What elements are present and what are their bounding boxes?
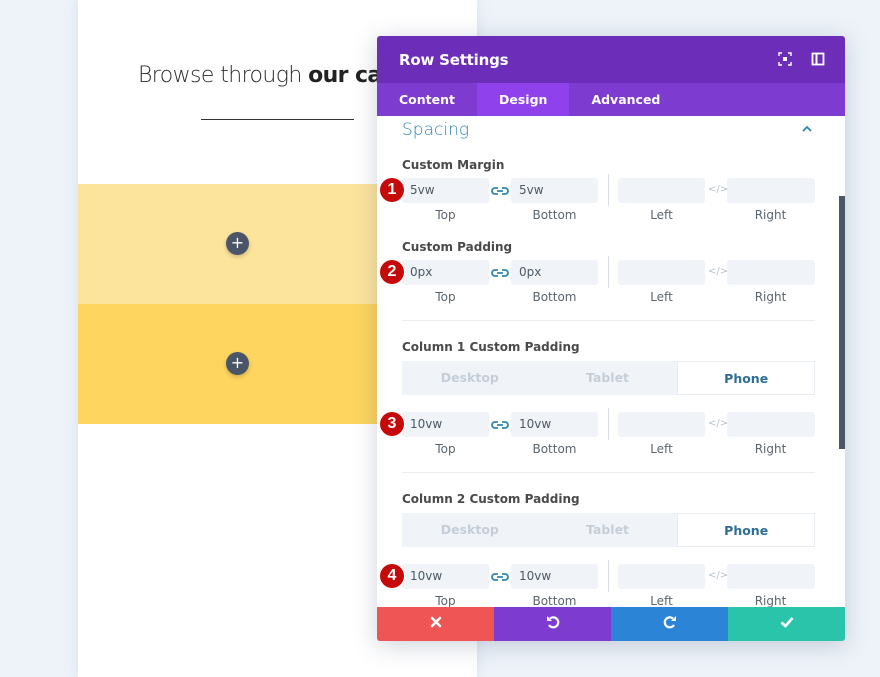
unlink-icon[interactable]: </>	[708, 570, 728, 582]
step-badge-3: 3	[380, 412, 404, 436]
top-label: Top	[435, 208, 456, 222]
column-2-padding-left-input[interactable]	[618, 564, 705, 589]
bottom-label: Bottom	[532, 290, 577, 304]
right-label: Right	[754, 290, 787, 304]
link-icon[interactable]	[491, 570, 509, 582]
device-tabs: Desktop Tablet Phone	[402, 361, 816, 395]
column-2-padding-bottom-input[interactable]: 10vw	[511, 564, 598, 589]
redo-button[interactable]	[611, 607, 728, 641]
cancel-button[interactable]	[377, 607, 494, 641]
custom-padding-label: Custom Padding	[402, 240, 513, 254]
device-tab-phone[interactable]: Phone	[677, 513, 816, 547]
step-badge-1: 1	[380, 178, 404, 202]
margin-left-input[interactable]	[618, 178, 705, 203]
split-view-icon[interactable]	[811, 52, 825, 66]
device-tab-tablet[interactable]: Tablet	[539, 361, 676, 395]
left-label: Left	[650, 442, 673, 456]
link-icon[interactable]	[491, 266, 509, 278]
margin-top-input[interactable]: 5vw	[402, 178, 489, 203]
modal-header[interactable]: Row Settings	[377, 36, 845, 83]
row-settings-modal: Row Settings Content Design Advanced Spa…	[377, 36, 845, 641]
left-label: Left	[650, 290, 673, 304]
modal-title: Row Settings	[399, 51, 509, 69]
tab-bar: Content Design Advanced	[377, 83, 845, 116]
expand-icon[interactable]	[778, 52, 792, 66]
divider	[608, 256, 609, 288]
top-label: Top	[435, 594, 456, 607]
tab-design[interactable]: Design	[477, 83, 570, 116]
modal-scrollbar[interactable]	[839, 196, 845, 449]
device-tab-tablet[interactable]: Tablet	[539, 513, 676, 547]
tab-content[interactable]: Content	[377, 83, 477, 116]
redo-icon	[663, 615, 677, 634]
padding-right-input[interactable]	[727, 260, 815, 285]
left-label: Left	[650, 208, 673, 222]
column-2-padding-top-input[interactable]: 10vw	[402, 564, 489, 589]
check-icon	[780, 615, 794, 633]
add-module-button[interactable]: +	[226, 232, 249, 255]
column-2-padding-right-input[interactable]	[727, 564, 815, 589]
custom-margin-label: Custom Margin	[402, 158, 505, 172]
divider	[608, 408, 609, 440]
device-tab-desktop[interactable]: Desktop	[402, 513, 538, 547]
left-label: Left	[650, 594, 673, 607]
tab-advanced[interactable]: Advanced	[569, 83, 682, 116]
margin-right-input[interactable]	[727, 178, 815, 203]
device-tab-desktop[interactable]: Desktop	[402, 361, 538, 395]
add-module-button[interactable]: +	[226, 352, 249, 375]
divider	[608, 174, 609, 206]
device-tab-phone[interactable]: Phone	[677, 361, 816, 395]
unlink-icon[interactable]: </>	[708, 184, 728, 196]
section-divider	[402, 472, 815, 473]
unlink-icon[interactable]: </>	[708, 266, 728, 278]
bottom-label: Bottom	[532, 208, 577, 222]
column-1-padding-top-input[interactable]: 10vw	[402, 412, 489, 437]
padding-bottom-input[interactable]: 0px	[511, 260, 598, 285]
device-tabs: Desktop Tablet Phone	[402, 513, 816, 547]
close-icon	[430, 615, 442, 633]
top-label: Top	[435, 290, 456, 304]
unlink-icon[interactable]: </>	[708, 418, 728, 430]
section-title-spacing[interactable]: Spacing	[402, 120, 469, 140]
heading-light: Browse through	[138, 63, 309, 88]
link-icon[interactable]	[491, 418, 509, 430]
undo-button[interactable]	[494, 607, 611, 641]
padding-top-input[interactable]: 0px	[402, 260, 489, 285]
right-label: Right	[754, 442, 787, 456]
bottom-label: Bottom	[532, 442, 577, 456]
column-1-padding-right-input[interactable]	[727, 412, 815, 437]
link-icon[interactable]	[491, 184, 509, 196]
column-2-padding-label: Column 2 Custom Padding	[402, 492, 580, 506]
column-1-padding-label: Column 1 Custom Padding	[402, 340, 580, 354]
top-label: Top	[435, 442, 456, 456]
right-label: Right	[754, 208, 787, 222]
column-1-padding-bottom-input[interactable]: 10vw	[511, 412, 598, 437]
bottom-label: Bottom	[532, 594, 577, 607]
heading-divider	[201, 119, 354, 120]
column-1-padding-left-input[interactable]	[618, 412, 705, 437]
save-button[interactable]	[728, 607, 845, 641]
section-divider	[402, 320, 815, 321]
divider	[608, 560, 609, 592]
undo-icon	[546, 615, 560, 634]
padding-left-input[interactable]	[618, 260, 705, 285]
step-badge-4: 4	[380, 564, 404, 588]
right-label: Right	[754, 594, 787, 607]
step-badge-2: 2	[380, 260, 404, 284]
modal-body: Spacing Custom Margin 5vw 5vw </> Top Bo…	[377, 116, 845, 607]
modal-footer	[377, 607, 845, 641]
chevron-up-icon[interactable]	[800, 122, 814, 136]
margin-bottom-input[interactable]: 5vw	[511, 178, 598, 203]
